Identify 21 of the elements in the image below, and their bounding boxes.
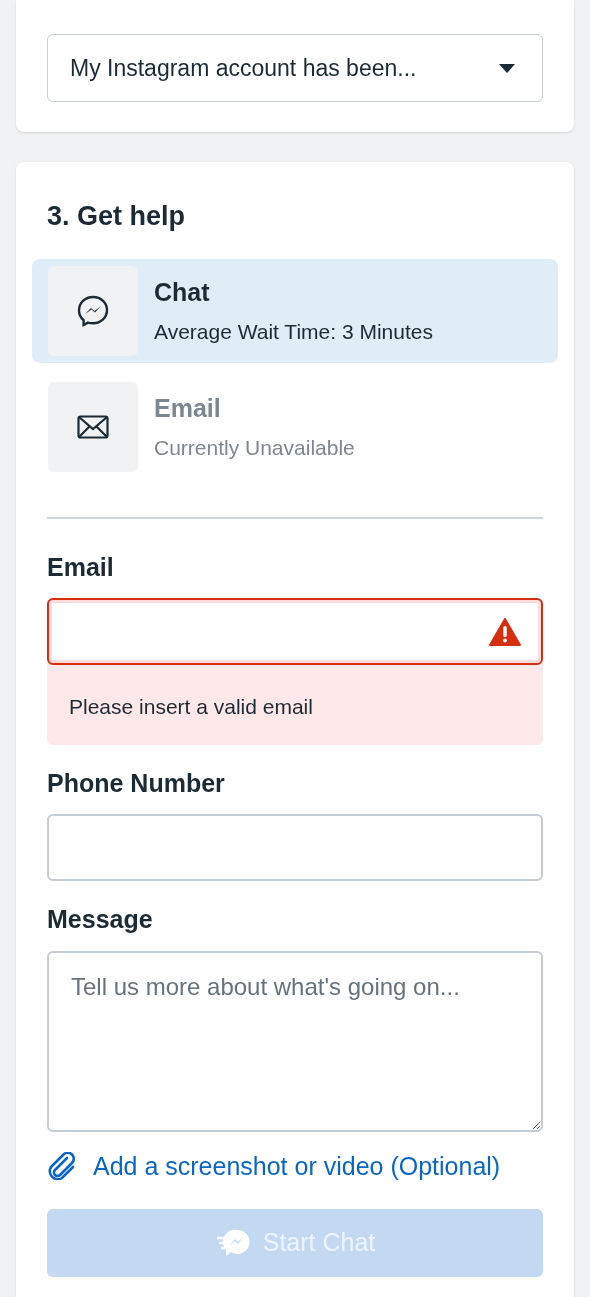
attach-link[interactable]: Add a screenshot or video (Optional) [47,1147,543,1185]
issue-dropdown[interactable]: My Instagram account has been... [47,34,543,102]
error-message: Please insert a valid email [68,694,314,720]
paperclip-icon [47,1152,77,1181]
option-title: Chat [154,277,211,308]
phone-field[interactable] [47,814,543,881]
messenger-icon [76,293,110,328]
field-label: Email [47,551,115,583]
message-field[interactable]: Tell us more about what's going on... [47,950,543,1132]
field-label: Message [47,904,154,935]
chat-bubble-icon [214,1228,251,1258]
envelope-icon [77,414,109,439]
warning-icon [489,617,521,646]
option-subtitle: Average Wait Time: 3 Minutes [154,318,433,345]
option-subtitle: Currently Unavailable [154,434,355,461]
email-field[interactable] [47,598,543,665]
section-title: 3. Get help [46,200,187,233]
field-label: Phone Number [47,767,226,799]
option-title: Email [154,393,222,424]
contact-option[interactable]: Chat Average Wait Time: 3 Minutes [32,258,558,363]
caret-icon [498,62,516,74]
